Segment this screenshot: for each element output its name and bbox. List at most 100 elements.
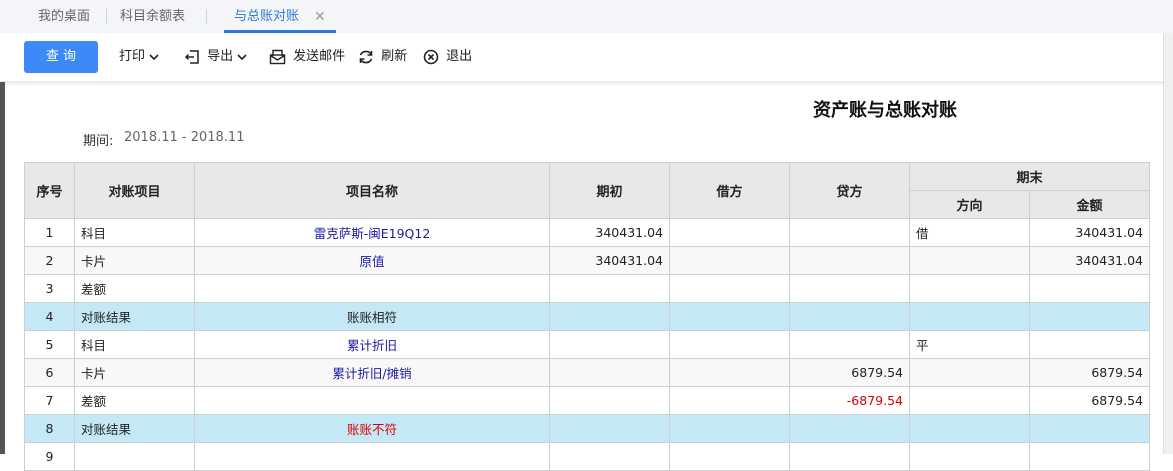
send-email-button[interactable]: 发送邮件 bbox=[269, 41, 345, 73]
cell-direction bbox=[909, 302, 1030, 331]
refresh-icon bbox=[359, 50, 373, 64]
cell-debit bbox=[669, 274, 790, 303]
cell-seq: 6 bbox=[24, 358, 75, 387]
table-row[interactable]: 5 科目 累计折旧 平 bbox=[24, 330, 1151, 359]
cell-seq: 5 bbox=[24, 330, 75, 359]
cell-opening bbox=[549, 386, 670, 415]
tab-divider bbox=[106, 9, 107, 24]
send-email-label: 发送邮件 bbox=[293, 49, 346, 64]
cell-credit bbox=[789, 414, 910, 443]
cell-item: 差额 bbox=[74, 274, 195, 303]
cell-item: 卡片 bbox=[74, 358, 195, 387]
cell-seq: 1 bbox=[24, 218, 75, 247]
cell-debit bbox=[669, 330, 790, 359]
vertical-scrollbar[interactable] bbox=[1163, 33, 1173, 454]
cell-opening: 340431.04 bbox=[549, 246, 670, 275]
cell-item bbox=[74, 442, 195, 471]
cell-credit bbox=[789, 274, 910, 303]
cell-debit bbox=[669, 386, 790, 415]
exit-button[interactable]: 退出 bbox=[423, 41, 472, 73]
cell-item: 科目 bbox=[74, 218, 195, 247]
cell-opening bbox=[549, 274, 670, 303]
table-row[interactable]: 1 科目 雷克萨斯-闽E19Q12 340431.04 借 340431.04 bbox=[24, 218, 1151, 247]
cell-debit bbox=[669, 442, 790, 471]
header-amount: 金额 bbox=[1028, 190, 1151, 219]
print-label: 打印 bbox=[119, 49, 146, 64]
cell-debit bbox=[669, 302, 790, 331]
cell-amount bbox=[1028, 302, 1151, 331]
cell-direction: 平 bbox=[909, 330, 1030, 359]
cell-amount: 340431.04 bbox=[1028, 246, 1151, 275]
cell-seq: 3 bbox=[24, 274, 75, 303]
cell-amount bbox=[1028, 414, 1151, 443]
tab-bar: 我的桌面 科目余额表 与总账对账 ✕ bbox=[0, 0, 1173, 34]
chevron-down-icon bbox=[149, 54, 159, 61]
left-panel-edge bbox=[0, 82, 5, 454]
cell-opening bbox=[549, 358, 670, 387]
period-label: 期间: bbox=[83, 134, 114, 149]
cell-opening bbox=[549, 302, 670, 331]
export-icon bbox=[184, 50, 199, 64]
close-icon[interactable]: ✕ bbox=[314, 0, 326, 34]
cell-opening bbox=[549, 442, 670, 471]
cell-credit bbox=[789, 246, 910, 275]
period-value: 2018.11 - 2018.11 bbox=[124, 130, 245, 145]
tab-subject-balance[interactable]: 科目余额表 bbox=[120, 0, 185, 32]
cell-name bbox=[194, 442, 550, 471]
cell-amount: 340431.04 bbox=[1028, 218, 1151, 247]
cell-item: 差额 bbox=[74, 386, 195, 415]
report-title: 资产账与总账对账 bbox=[813, 100, 957, 121]
cell-credit: 6879.54 bbox=[789, 358, 910, 387]
cell-debit bbox=[669, 246, 790, 275]
table-row[interactable]: 6 卡片 累计折旧/摊销 6879.54 6879.54 bbox=[24, 358, 1151, 387]
cell-seq: 8 bbox=[24, 414, 75, 443]
table-row[interactable]: 9 bbox=[24, 442, 1151, 471]
cell-item: 对账结果 bbox=[74, 302, 195, 331]
cell-name-link[interactable]: 原值 bbox=[194, 246, 550, 275]
header-name: 项目名称 bbox=[194, 162, 550, 219]
cell-direction bbox=[909, 358, 1030, 387]
query-button[interactable]: 查 询 bbox=[24, 41, 98, 73]
cell-amount: 6879.54 bbox=[1028, 358, 1151, 387]
table-row[interactable]: 3 差额 bbox=[24, 274, 1151, 303]
cell-direction: 借 bbox=[909, 218, 1030, 247]
print-button[interactable]: 打印 bbox=[119, 41, 162, 73]
cell-opening: 340431.04 bbox=[549, 218, 670, 247]
export-label: 导出 bbox=[207, 49, 234, 64]
cell-direction bbox=[909, 246, 1030, 275]
tab-reconcile-ledger[interactable]: 与总账对账 bbox=[234, 0, 299, 32]
cell-direction bbox=[909, 274, 1030, 303]
cell-seq: 9 bbox=[24, 442, 75, 471]
cell-debit bbox=[669, 358, 790, 387]
cell-item: 卡片 bbox=[74, 246, 195, 275]
cell-credit bbox=[789, 442, 910, 471]
table-row-result[interactable]: 4 对账结果 账账相符 bbox=[24, 302, 1151, 331]
toolbar: 查 询 打印 导出 发送邮件 刷新 退出 bbox=[0, 33, 1173, 82]
header-seq: 序号 bbox=[24, 162, 75, 219]
table-row-result[interactable]: 8 对账结果 账账不符 bbox=[24, 414, 1151, 443]
cell-amount: 6879.54 bbox=[1028, 386, 1151, 415]
cell-amount bbox=[1028, 330, 1151, 359]
header-opening: 期初 bbox=[549, 162, 670, 219]
cell-name-link[interactable]: 累计折旧/摊销 bbox=[194, 358, 550, 387]
cell-opening bbox=[549, 414, 670, 443]
table-row[interactable]: 7 差额 -6879.54 6879.54 bbox=[24, 386, 1151, 415]
cell-name-link[interactable]: 雷克萨斯-闽E19Q12 bbox=[194, 218, 550, 247]
table-row[interactable]: 2 卡片 原值 340431.04 340431.04 bbox=[24, 246, 1151, 275]
export-button[interactable]: 导出 bbox=[184, 41, 250, 73]
cell-direction bbox=[909, 386, 1030, 415]
refresh-label: 刷新 bbox=[381, 49, 408, 64]
cell-name bbox=[194, 386, 550, 415]
cell-name bbox=[194, 274, 550, 303]
cell-item: 科目 bbox=[74, 330, 195, 359]
header-direction: 方向 bbox=[909, 190, 1030, 219]
tab-my-desktop[interactable]: 我的桌面 bbox=[38, 0, 90, 32]
cell-name-link[interactable]: 累计折旧 bbox=[194, 330, 550, 359]
cell-direction bbox=[909, 442, 1030, 471]
email-icon bbox=[269, 49, 286, 65]
refresh-button[interactable]: 刷新 bbox=[358, 41, 407, 73]
cell-credit bbox=[789, 302, 910, 331]
cell-result-mismatch: 账账不符 bbox=[194, 414, 550, 443]
cell-amount bbox=[1028, 274, 1151, 303]
header-debit: 借方 bbox=[669, 162, 790, 219]
